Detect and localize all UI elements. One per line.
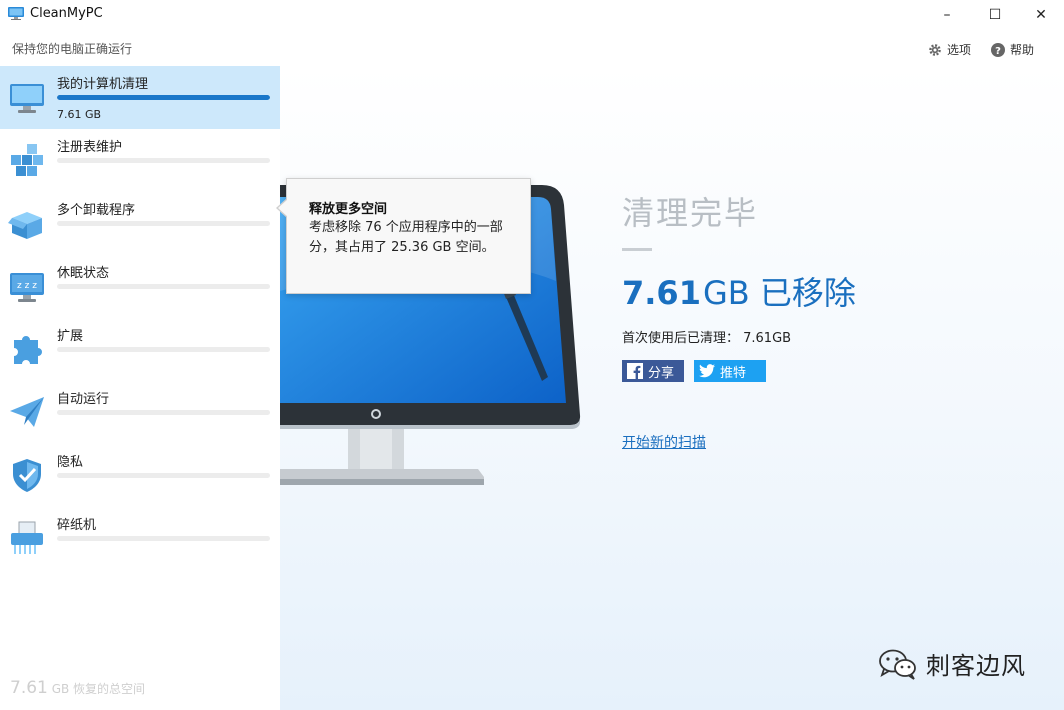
help-button[interactable]: ? 帮助 — [991, 41, 1034, 58]
help-label: 帮助 — [1010, 43, 1035, 57]
main-panel — [280, 66, 1064, 710]
sidebar-item-label: 多个卸载程序 — [57, 203, 136, 218]
removed-value: 7.61 — [622, 274, 701, 312]
cleaned-size: 7.61 GB — [57, 108, 102, 121]
tooltip-body: 考虑移除 76 个应用程序中的一部分，其占用了 25.36 GB 空间。 — [309, 220, 503, 255]
progress-bar — [57, 221, 270, 226]
app-logo-icon — [8, 7, 24, 20]
maximize-button[interactable]: ☐ — [972, 0, 1018, 30]
progress-bar — [57, 284, 270, 289]
progress-bar — [57, 410, 270, 415]
sidebar: 我的计算机清理 7.61 GB 注册表维护 多个卸载程序 z z z 休眠状态 … — [0, 66, 280, 710]
progress-bar — [57, 158, 270, 163]
help-icon: ? — [991, 42, 1005, 57]
sidebar-item-my-pc-cleanup[interactable]: 我的计算机清理 7.61 GB — [0, 66, 280, 129]
shredder-icon — [11, 521, 43, 554]
sidebar-item-privacy[interactable]: 隐私 — [0, 444, 280, 507]
cleaned-since-first-use: 首次使用后已清理： 7.61GB — [622, 331, 792, 346]
gear-icon — [929, 43, 941, 56]
title-bar: CleanMyPC – ☐ ✕ — [0, 0, 1064, 30]
wechat-icon — [879, 649, 916, 680]
watermark: 刺客边风 — [878, 646, 1026, 681]
facebook-icon — [626, 362, 644, 380]
sidebar-item-label: 休眠状态 — [57, 266, 110, 281]
options-button[interactable]: 选项 — [928, 41, 971, 58]
sidebar-item-label: 隐私 — [57, 455, 84, 470]
sidebar-item-registry[interactable]: 注册表维护 — [0, 129, 280, 192]
watermark-text: 刺客边风 — [926, 652, 1026, 680]
sidebar-item-label: 扩展 — [57, 329, 84, 344]
share-facebook-label: 分享 — [648, 365, 675, 381]
free-space-tooltip: 释放更多空间 考虑移除 76 个应用程序中的一部分，其占用了 25.36 GB … — [276, 178, 531, 294]
removed-unit: GB 已移除 — [702, 274, 856, 312]
progress-bar — [57, 347, 270, 352]
puzzle-icon — [14, 336, 42, 364]
registry-cubes-icon — [11, 144, 43, 176]
sleep-monitor-icon: z z z — [10, 273, 44, 302]
progress-bar — [57, 95, 270, 100]
twitter-icon — [698, 362, 716, 380]
total-recovered-label: GB 恢复的总空间 — [51, 682, 146, 696]
app-subtitle: 保持您的电脑正确运行 — [12, 42, 133, 56]
sidebar-item-label: 自动运行 — [57, 392, 110, 407]
close-button[interactable]: ✕ — [1018, 0, 1064, 30]
paper-plane-icon — [10, 397, 44, 427]
tooltip-title: 释放更多空间 — [309, 202, 388, 217]
options-label: 选项 — [947, 43, 972, 57]
cleanup-complete-title: 清理完毕 — [622, 194, 759, 232]
sidebar-item-extensions[interactable]: 扩展 — [0, 318, 280, 381]
share-twitter-label: 推特 — [720, 365, 747, 381]
total-recovered: 7.61 GB 恢复的总空间 — [10, 678, 145, 698]
sidebar-item-label: 注册表维护 — [57, 140, 123, 155]
progress-fill — [57, 95, 270, 100]
progress-bar — [57, 536, 270, 541]
progress-bar — [57, 473, 270, 478]
sidebar-item-sleep[interactable]: z z z 休眠状态 — [0, 255, 280, 318]
window-title: CleanMyPC — [30, 6, 103, 21]
share-facebook-button[interactable]: 分享 — [622, 360, 684, 382]
monitor-icon — [10, 84, 44, 113]
sidebar-item-autorun[interactable]: 自动运行 — [0, 381, 280, 444]
uninstall-box-icon — [8, 212, 42, 239]
divider — [622, 248, 652, 251]
start-new-scan-link[interactable]: 开始新的扫描 — [622, 432, 706, 452]
minimize-button[interactable]: – — [924, 0, 970, 30]
removed-amount: 7.61GB 已移除 — [622, 268, 856, 314]
sidebar-item-label: 我的计算机清理 — [57, 77, 149, 92]
sidebar-item-label: 碎纸机 — [57, 518, 97, 533]
shield-icon — [13, 459, 41, 492]
svg-text:z z z: z z z — [17, 281, 37, 291]
total-recovered-value: 7.61 — [10, 678, 48, 698]
share-twitter-button[interactable]: 推特 — [694, 360, 766, 382]
svg-text:?: ? — [995, 46, 1001, 57]
sidebar-item-uninstaller[interactable]: 多个卸载程序 — [0, 192, 280, 255]
sidebar-item-shredder[interactable]: 碎纸机 — [0, 507, 280, 570]
